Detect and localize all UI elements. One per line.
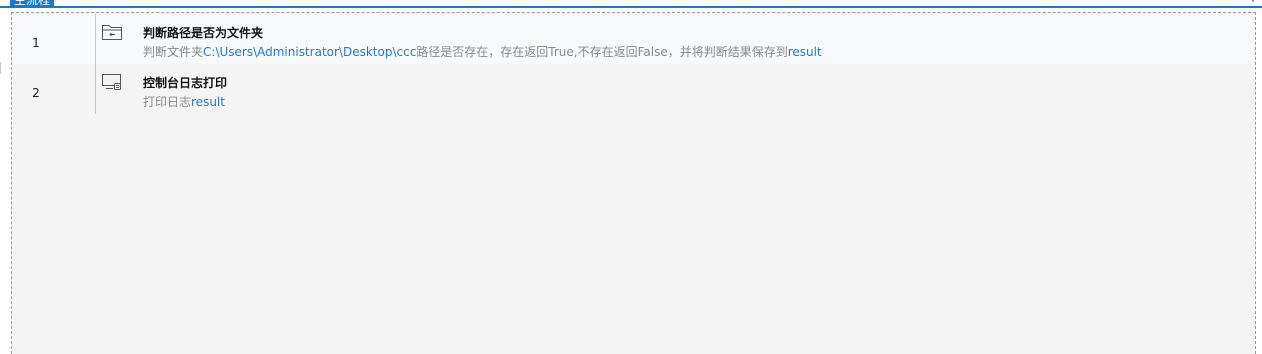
flow-canvas[interactable]: 1 判断路径是否为文件夹 判断文件夹C:\Users\Administrator… xyxy=(11,12,1256,354)
flow-step-row[interactable]: 2 控制台日志打印 打印日志result xyxy=(13,64,1254,114)
desc-variable: result xyxy=(787,45,822,59)
desc-path-value: C:\Users\Administrator\Desktop\ccc xyxy=(203,45,417,59)
desc-variable: result xyxy=(191,95,225,109)
step-description: 打印日志result xyxy=(143,95,225,109)
step-number: 2 xyxy=(32,86,40,100)
row-divider xyxy=(95,64,96,114)
row-divider xyxy=(95,14,96,64)
step-number: 1 xyxy=(32,36,40,50)
desc-text: 判断文件夹 xyxy=(143,45,204,59)
console-print-icon xyxy=(101,72,123,92)
desc-text: 打印日志 xyxy=(143,95,192,109)
step-description: 判断文件夹C:\Users\Administrator\Desktop\ccc路… xyxy=(143,45,822,59)
step-title: 控制台日志打印 xyxy=(143,76,228,90)
desc-text: 路径是否存在，存在返回True,不存在返回False，并将判断结果保存到 xyxy=(416,45,788,59)
tab-main-flow[interactable]: 主流程 xyxy=(10,0,55,8)
flow-step-row[interactable]: 1 判断路径是否为文件夹 判断文件夹C:\Users\Administrator… xyxy=(13,14,1254,64)
step-title: 判断路径是否为文件夹 xyxy=(143,26,264,40)
left-panel-edge xyxy=(0,62,4,74)
chevron-down-icon[interactable]: ▼ xyxy=(1248,0,1258,4)
tab-strip: 主流程 ▼ xyxy=(0,0,1262,8)
flow-editor-window: 主流程 ▼ 1 判断路径是否为文件夹 判断文件夹C:\Users\Adminis… xyxy=(0,0,1262,354)
folder-check-icon xyxy=(101,22,123,42)
